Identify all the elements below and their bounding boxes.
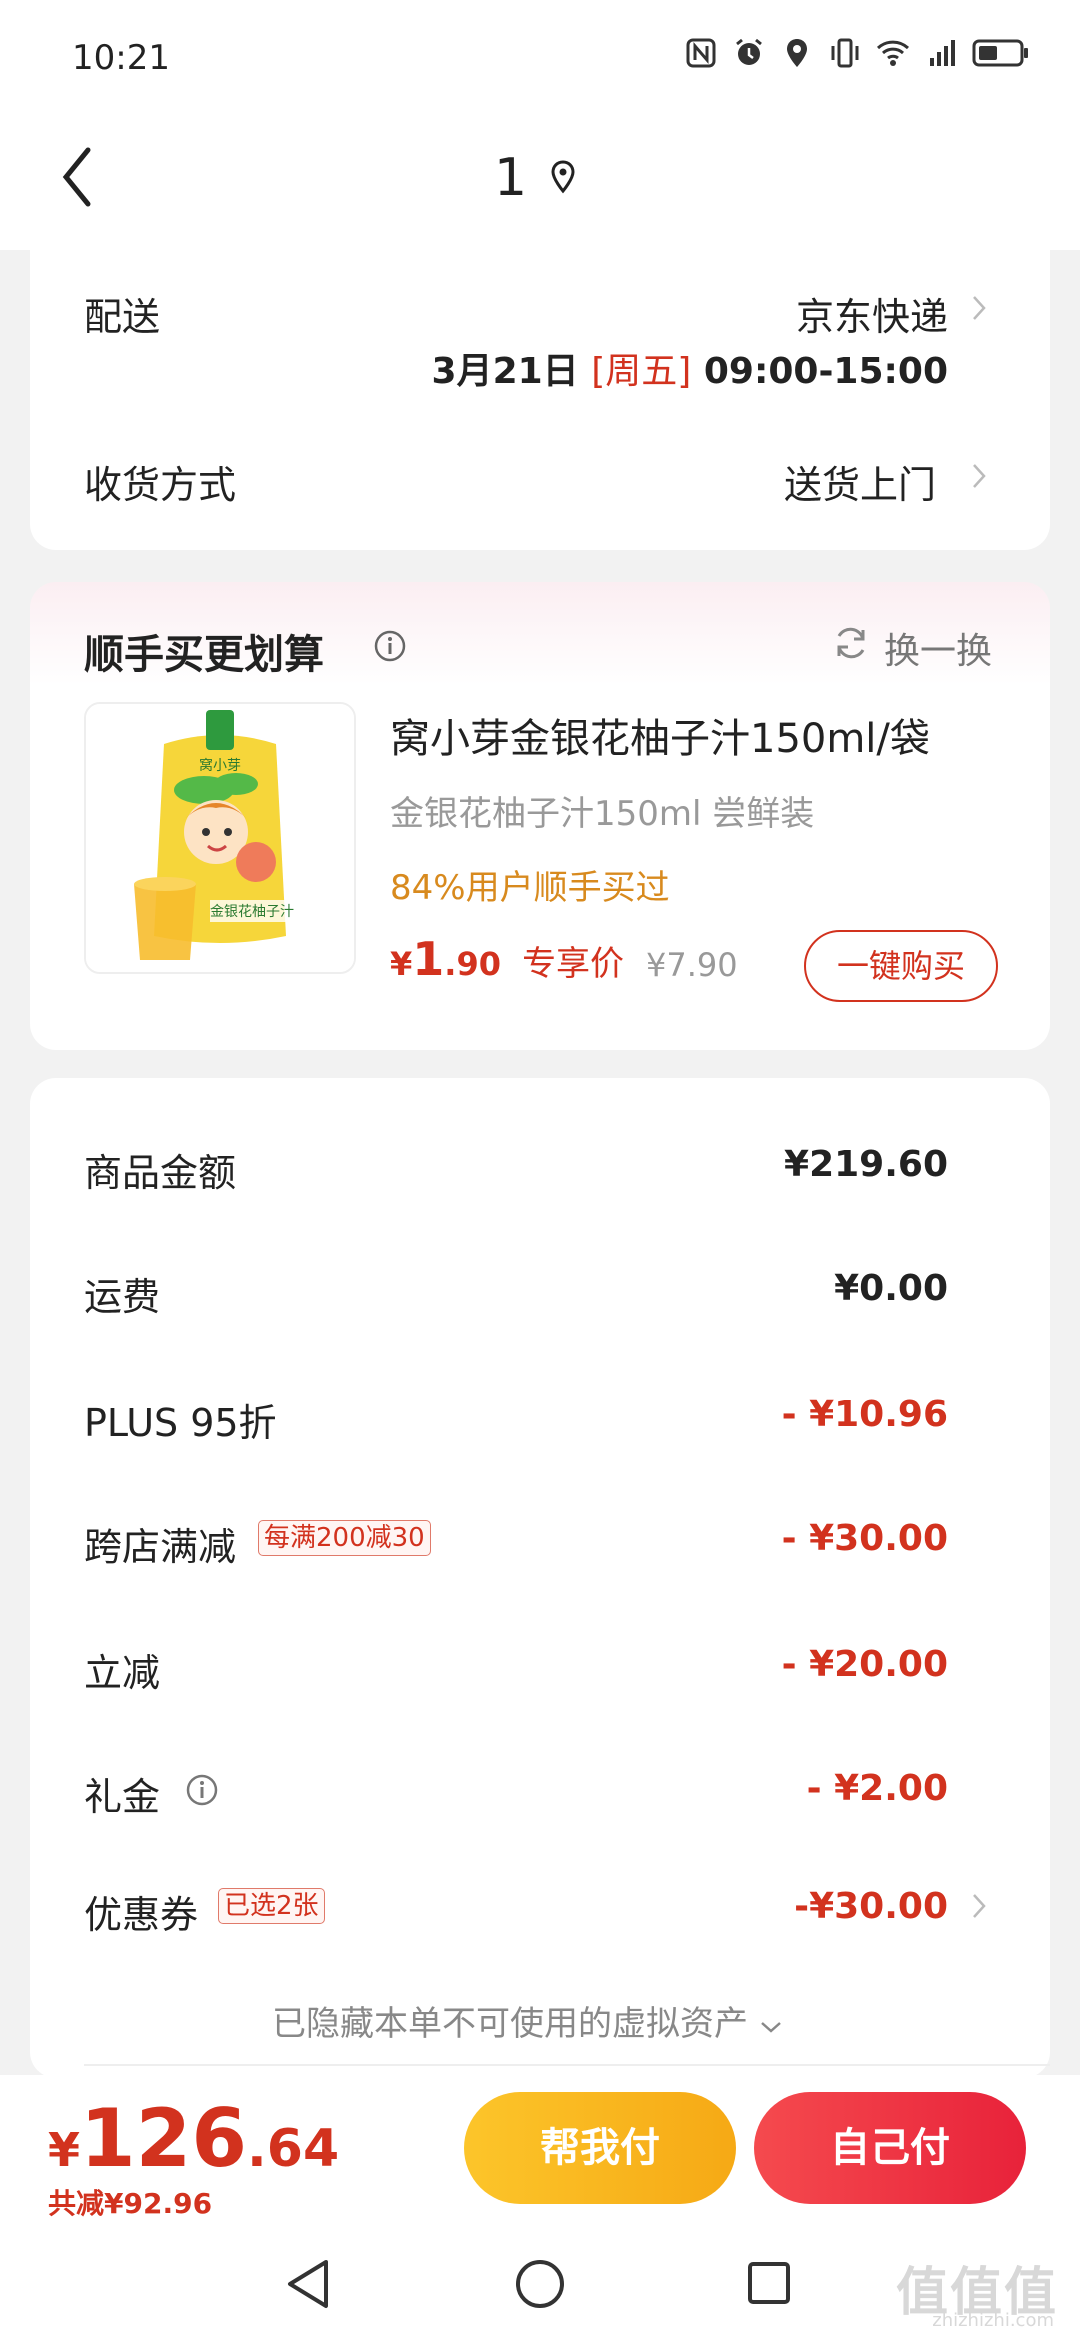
- coupon-tag: 已选2张: [218, 1888, 325, 1924]
- page-title: 1: [494, 148, 528, 208]
- instant-discount-label: 立减: [84, 1651, 161, 1695]
- product-buyers-stat: 84%用户顺手买过: [390, 868, 670, 908]
- total-int: 126: [80, 2092, 248, 2185]
- plus-discount-value: - ¥10.96: [781, 1394, 948, 1435]
- delivery-time[interactable]: 3月21日 [周五] 09:00-15:00: [432, 342, 948, 394]
- delivery-date: 3月21日: [431, 351, 579, 392]
- delivery-time-range: 09:00-15:00: [703, 351, 948, 392]
- product-image-label: 金银花柚子汁: [210, 904, 294, 920]
- product-subtitle: 金银花柚子汁150ml 尝鲜装: [390, 794, 815, 834]
- help-me-pay-button[interactable]: 帮我付: [464, 2092, 736, 2204]
- nav-recents-icon[interactable]: [746, 2260, 792, 2306]
- product-price: ¥1.90 专享价: [390, 932, 624, 986]
- product-brand-text: 窝小芽: [199, 757, 241, 774]
- total-price: ¥126.64: [48, 2092, 339, 2185]
- signal-icon: [930, 40, 955, 66]
- nav-bar: [0, 120, 1080, 250]
- chevron-down-icon: [760, 2022, 781, 2033]
- gift-money-label: 礼金: [84, 1775, 161, 1819]
- receive-method-value[interactable]: 送货上门: [784, 454, 936, 509]
- coupon-label: 优惠券: [84, 1893, 199, 1937]
- goods-amount-value: ¥219.60: [784, 1144, 948, 1185]
- divider: [84, 2064, 1050, 2066]
- back-arrow-icon[interactable]: [58, 142, 98, 212]
- addon-title: 顺手买更划算: [84, 632, 324, 678]
- chevron-right-icon[interactable]: [972, 463, 986, 489]
- cross-store-tag: 每满200减30: [258, 1520, 431, 1556]
- info-icon[interactable]: [374, 630, 406, 662]
- refresh-label[interactable]: 换一换: [884, 622, 992, 674]
- chevron-right-icon[interactable]: [972, 1893, 986, 1919]
- battery-icon: [972, 39, 1028, 67]
- nav-back-icon[interactable]: [284, 2258, 332, 2310]
- hidden-assets-text: 已隐藏本单不可使用的虚拟资产: [272, 2004, 748, 2044]
- alarm-icon: [736, 38, 762, 65]
- product-name[interactable]: 窝小芽金银花柚子汁150ml/袋: [390, 706, 930, 764]
- receive-method-label: 收货方式: [84, 463, 237, 507]
- instant-discount-value: - ¥20.00: [781, 1644, 948, 1685]
- price-symbol: ¥: [390, 945, 413, 983]
- nfc-icon: [686, 38, 716, 68]
- system-icons: [684, 36, 1030, 70]
- gift-money-value: - ¥2.00: [806, 1768, 948, 1809]
- total-dec: .64: [247, 2119, 340, 2179]
- goods-amount-label: 商品金额: [84, 1151, 237, 1195]
- price-dec: .90: [444, 945, 501, 983]
- vibrate-icon: [831, 38, 859, 68]
- delivery-label: 配送: [84, 295, 161, 339]
- delivery-weekday: [周五]: [591, 351, 692, 392]
- status-time: 10:21: [72, 38, 170, 78]
- product-image[interactable]: 窝小芽 金银花柚子汁: [84, 702, 356, 974]
- original-price: ¥7.90: [646, 946, 738, 984]
- delivery-carrier[interactable]: 京东快递: [796, 286, 948, 341]
- watermark-url: zhizhizhi.com: [932, 2310, 1054, 2331]
- coupon-value[interactable]: -¥30.00: [794, 1886, 948, 1927]
- chevron-right-icon[interactable]: [972, 295, 986, 321]
- pay-myself-button[interactable]: 自己付: [754, 2092, 1026, 2204]
- cross-store-label: 跨店满减: [84, 1525, 237, 1569]
- shipping-value: ¥0.00: [834, 1268, 948, 1309]
- total-currency: ¥: [48, 2123, 81, 2177]
- cross-store-value: - ¥30.00: [781, 1518, 948, 1559]
- info-icon[interactable]: [186, 1774, 218, 1806]
- refresh-icon[interactable]: [832, 624, 870, 662]
- plus-discount-label: PLUS 95折: [84, 1401, 277, 1445]
- hidden-assets-toggle[interactable]: 已隐藏本单不可使用的虚拟资产: [272, 1996, 783, 2045]
- location-pin-icon: [551, 160, 575, 194]
- location-icon: [787, 39, 807, 67]
- total-saved: 共减¥92.96: [48, 2187, 213, 2220]
- wifi-icon: [876, 40, 910, 66]
- one-click-buy-button[interactable]: 一键购买: [804, 930, 998, 1002]
- price-tag: 专享价: [522, 944, 625, 984]
- shipping-label: 运费: [84, 1275, 161, 1319]
- price-int: 1: [412, 932, 445, 986]
- nav-home-icon[interactable]: [514, 2258, 566, 2310]
